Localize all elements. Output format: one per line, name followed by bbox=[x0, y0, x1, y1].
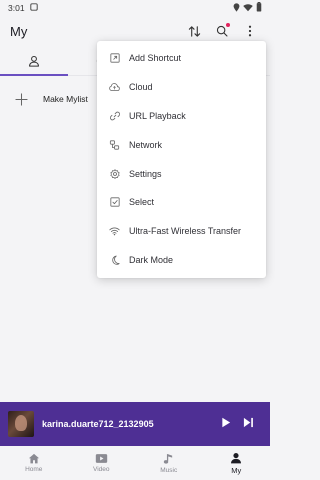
status-icons bbox=[233, 2, 262, 14]
menu-item-dark-mode[interactable]: Dark Mode bbox=[97, 246, 266, 275]
notification-dot bbox=[226, 23, 230, 27]
menu-label: Settings bbox=[129, 168, 162, 179]
moon-icon bbox=[109, 254, 120, 265]
bottom-nav: Home Video Music My bbox=[0, 446, 270, 480]
tab-my-lists[interactable] bbox=[0, 46, 68, 76]
track-thumbnail bbox=[8, 411, 34, 437]
menu-item-settings[interactable]: Settings bbox=[97, 159, 266, 188]
player-controls bbox=[221, 415, 254, 433]
wifi-icon bbox=[109, 226, 120, 237]
nav-label: Video bbox=[92, 466, 110, 473]
skip-next-icon bbox=[243, 417, 253, 428]
cloud-icon bbox=[109, 82, 120, 93]
nav-label: My bbox=[231, 465, 242, 475]
nav-item-video[interactable]: Video bbox=[68, 446, 136, 480]
mini-player[interactable]: karina.duarte712_2132905 bbox=[0, 402, 270, 446]
nav-label: Music bbox=[160, 466, 178, 474]
music-note-icon bbox=[164, 453, 173, 464]
tab-indicator bbox=[0, 74, 68, 76]
status-bar: 3:01 bbox=[0, 0, 270, 16]
menu-label: Dark Mode bbox=[129, 254, 174, 265]
menu-label: Select bbox=[129, 197, 155, 208]
plus-icon bbox=[14, 92, 28, 106]
make-mylist-label: Make Mylist bbox=[43, 94, 88, 104]
more-options-button[interactable] bbox=[242, 23, 258, 39]
nav-item-my[interactable]: My bbox=[203, 446, 271, 480]
settings-icon bbox=[109, 168, 120, 179]
menu-item-add-shortcut[interactable]: Add Shortcut bbox=[97, 44, 266, 73]
person-icon bbox=[231, 452, 242, 463]
menu-label: URL Playback bbox=[129, 110, 186, 121]
nav-item-home[interactable]: Home bbox=[0, 446, 68, 480]
menu-label: Network bbox=[129, 139, 163, 150]
menu-label: Ultra-Fast Wireless Transfer bbox=[129, 226, 242, 237]
shortcut-icon bbox=[109, 53, 120, 64]
menu-label: Add Shortcut bbox=[129, 53, 182, 64]
menu-item-cloud[interactable]: Cloud bbox=[97, 73, 266, 102]
location-icon bbox=[233, 2, 240, 14]
overflow-menu: Add Shortcut Cloud URL Playback Network … bbox=[97, 41, 266, 278]
video-icon bbox=[95, 454, 107, 463]
page-title: My bbox=[10, 23, 28, 39]
battery-icon bbox=[256, 2, 262, 14]
menu-label: Cloud bbox=[129, 82, 153, 93]
nav-label: Home bbox=[25, 466, 43, 473]
header-actions bbox=[186, 23, 258, 39]
notification-icon bbox=[29, 3, 38, 13]
search-button[interactable] bbox=[214, 23, 230, 39]
home-icon bbox=[28, 453, 39, 464]
menu-item-network[interactable]: Network bbox=[97, 130, 266, 159]
sort-button[interactable] bbox=[186, 23, 202, 39]
make-mylist-button[interactable]: Make Mylist bbox=[0, 86, 88, 112]
menu-item-wireless-transfer[interactable]: Ultra-Fast Wireless Transfer bbox=[97, 217, 266, 246]
status-time: 3:01 bbox=[8, 3, 25, 13]
play-icon bbox=[222, 417, 231, 428]
network-icon bbox=[109, 139, 120, 150]
person-icon bbox=[29, 55, 39, 67]
track-title: karina.duarte712_2132905 bbox=[42, 419, 154, 429]
next-button[interactable] bbox=[243, 415, 254, 433]
menu-item-select[interactable]: Select bbox=[97, 188, 266, 217]
more-vertical-icon bbox=[248, 25, 252, 37]
link-icon bbox=[109, 110, 120, 121]
play-button[interactable] bbox=[221, 415, 231, 433]
sort-icon bbox=[188, 25, 200, 37]
nav-item-music[interactable]: Music bbox=[135, 446, 203, 480]
menu-item-url-playback[interactable]: URL Playback bbox=[97, 102, 266, 131]
checkbox-icon bbox=[109, 197, 120, 208]
wifi-signal-icon bbox=[243, 3, 253, 14]
